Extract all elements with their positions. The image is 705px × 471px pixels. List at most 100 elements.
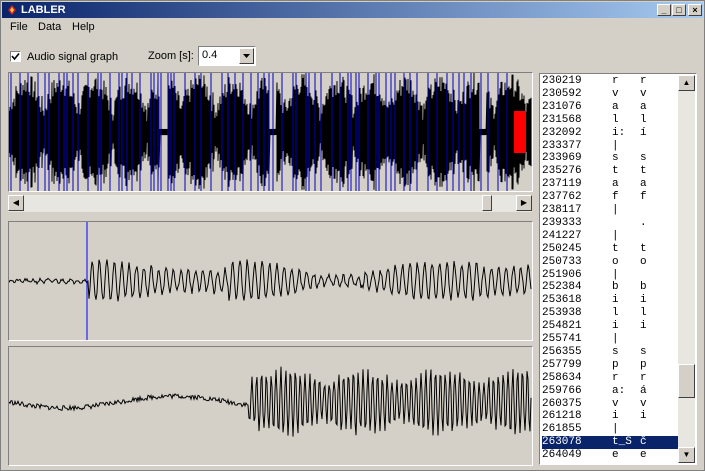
- window-title: LABLER: [21, 4, 66, 16]
- label-row[interactable]: 230219 r r: [542, 75, 679, 88]
- label-row[interactable]: 238117 |: [542, 204, 679, 217]
- label-time: 250733: [542, 255, 582, 268]
- zoom-label: Zoom [s]:: [148, 50, 194, 62]
- label-phone: r: [612, 371, 619, 384]
- label-time: 261218: [542, 410, 582, 423]
- label-row[interactable]: 231568 l l: [542, 114, 679, 127]
- label-row[interactable]: 232092 i: í: [542, 127, 679, 140]
- label-row[interactable]: 257799 p p: [542, 359, 679, 372]
- scroll-left-button[interactable]: ◀: [8, 195, 24, 211]
- label-row[interactable]: 254821 i i: [542, 320, 679, 333]
- menu-data[interactable]: Data: [36, 20, 63, 34]
- waveform-scrollbar[interactable]: ◀ ▶: [8, 195, 532, 212]
- scroll-right-button[interactable]: ▶: [516, 195, 532, 211]
- label-letter: v: [640, 397, 647, 410]
- title-bar[interactable]: LABLER _ □ ×: [2, 2, 703, 18]
- label-letter: i: [640, 294, 647, 307]
- scroll-up-button[interactable]: ▲: [678, 75, 695, 91]
- label-row[interactable]: 264049 e e: [542, 449, 679, 462]
- label-row[interactable]: 250733 o o: [542, 256, 679, 269]
- label-letter: o: [640, 255, 647, 268]
- label-row[interactable]: 261218 i i: [542, 410, 679, 423]
- scrollbar-thumb[interactable]: [678, 364, 695, 398]
- label-time: 253938: [542, 307, 582, 320]
- minimize-button[interactable]: _: [657, 4, 671, 16]
- label-row[interactable]: 253618 i i: [542, 294, 679, 307]
- label-time: 261855: [542, 423, 582, 436]
- label-time: 231076: [542, 100, 582, 113]
- label-letter: p: [640, 358, 647, 371]
- label-row[interactable]: 237119 a a: [542, 178, 679, 191]
- scroll-down-button[interactable]: ▼: [678, 447, 695, 463]
- label-time: 237762: [542, 191, 582, 204]
- label-row[interactable]: 233377 |: [542, 140, 679, 153]
- label-phone: a:: [612, 384, 626, 397]
- label-phone: i: [612, 410, 619, 423]
- label-row[interactable]: 239333.: [542, 217, 679, 230]
- label-row[interactable]: 241227 |: [542, 230, 679, 243]
- detail-waveform[interactable]: [8, 346, 533, 466]
- label-row[interactable]: 261855 |: [542, 423, 679, 436]
- audio-graph-checkbox[interactable]: [10, 51, 21, 62]
- label-time: 233969: [542, 152, 582, 165]
- app-window: LABLER _ □ × File Data Help Audio signal…: [0, 0, 705, 471]
- label-time: 230592: [542, 87, 582, 100]
- label-phone: t_S: [612, 436, 632, 449]
- label-time: 238117: [542, 204, 582, 216]
- app-icon: [8, 5, 16, 15]
- zoom-dropdown-button[interactable]: [239, 48, 254, 64]
- label-row[interactable]: 237762 f f: [542, 191, 679, 204]
- label-letter: t: [640, 165, 647, 178]
- label-phone: f: [612, 191, 619, 204]
- label-row[interactable]: 260375 v v: [542, 398, 679, 411]
- label-phone: |: [612, 268, 619, 281]
- audio-graph-label[interactable]: Audio signal graph: [27, 51, 118, 64]
- label-row[interactable]: 255741 |: [542, 333, 679, 346]
- label-row[interactable]: 253938 l l: [542, 307, 679, 320]
- label-letter: č: [640, 436, 647, 449]
- label-letter: e: [640, 449, 647, 462]
- label-phone: a: [612, 100, 619, 113]
- label-phone: |: [612, 229, 619, 242]
- label-time: 255741: [542, 333, 582, 345]
- label-list-scrollbar[interactable]: ▲ ▼: [678, 75, 695, 463]
- label-time: 263078: [542, 436, 582, 449]
- menu-help[interactable]: Help: [70, 20, 97, 34]
- label-row[interactable]: 256355 s s: [542, 346, 679, 359]
- label-time: 241227: [542, 229, 582, 242]
- label-time: 253618: [542, 294, 582, 307]
- close-button[interactable]: ×: [688, 4, 702, 16]
- label-phone: |: [612, 333, 619, 345]
- menu-bar: File Data Help: [2, 18, 703, 36]
- label-phone: t: [612, 242, 619, 255]
- label-phone: o: [612, 255, 619, 268]
- overview-waveform[interactable]: [8, 72, 533, 192]
- label-row[interactable]: 258634 r r: [542, 372, 679, 385]
- maximize-button[interactable]: □: [672, 4, 686, 16]
- label-row[interactable]: 251906 |: [542, 269, 679, 282]
- label-time: 260375: [542, 397, 582, 410]
- label-row[interactable]: 230592 v v: [542, 88, 679, 101]
- label-time: 264049: [542, 449, 582, 462]
- label-letter: i: [640, 410, 647, 423]
- label-row[interactable]: 233969 s s: [542, 152, 679, 165]
- label-row[interactable]: 263078 t_S č: [542, 436, 679, 450]
- label-row[interactable]: 252384 b b: [542, 281, 679, 294]
- overview-waveform-plot: [9, 73, 532, 191]
- label-list[interactable]: 230219 r r 230592 v v 231076 a a 231568 l l 232092 i:…: [539, 73, 697, 465]
- label-letter: t: [640, 242, 647, 255]
- zoomed-waveform[interactable]: [8, 221, 533, 341]
- label-row[interactable]: 231076 a a: [542, 101, 679, 114]
- label-phone: r: [612, 75, 619, 87]
- label-row[interactable]: 259766 a: á: [542, 385, 679, 398]
- label-time: 259766: [542, 384, 582, 397]
- label-row[interactable]: 235276 t t: [542, 165, 679, 178]
- label-time: 251906: [542, 268, 582, 281]
- label-time: 252384: [542, 281, 582, 294]
- label-phone: |: [612, 423, 619, 436]
- menu-file[interactable]: File: [8, 20, 30, 34]
- label-row[interactable]: 250245 t t: [542, 243, 679, 256]
- label-phone: a: [612, 178, 619, 191]
- scrollbar-thumb[interactable]: [481, 195, 492, 211]
- zoom-select[interactable]: 0.4: [198, 46, 256, 66]
